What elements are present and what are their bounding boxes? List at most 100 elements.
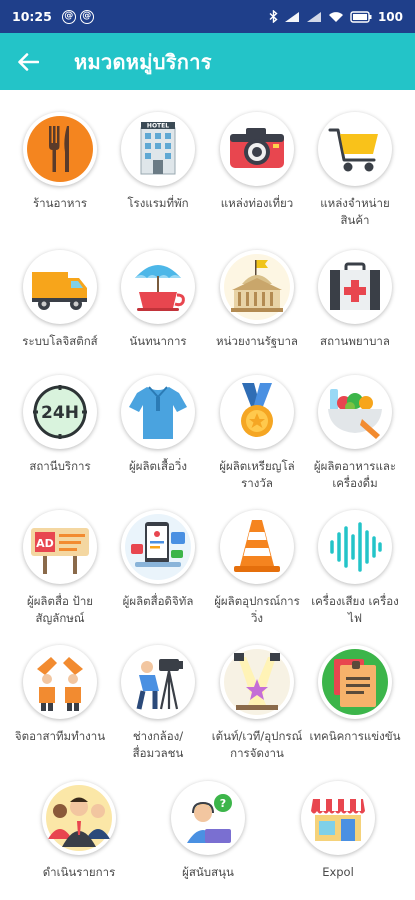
category-icon-circle (318, 112, 392, 186)
category-item-medal[interactable]: ผู้ผลิตเหรียญโล่รางวัล (207, 375, 307, 492)
status-right: 100 (269, 10, 403, 24)
truck-icon (27, 254, 93, 320)
digital-media-icon (125, 514, 191, 580)
team-people-icon (46, 785, 112, 851)
category-icon-circle: 24H (23, 375, 97, 449)
category-item-sponsor[interactable]: ? ผู้สนับสนุน (158, 781, 258, 881)
restaurant-icon (27, 116, 93, 182)
camera-icon (224, 116, 290, 182)
category-item-running-equipment[interactable]: ผู้ผลิตอุปกรณ์การวิ่ง (207, 510, 307, 627)
category-item-host[interactable]: ดำเนินรายการ (29, 781, 129, 881)
category-item-government[interactable]: หน่วยงานรัฐบาล (207, 250, 307, 350)
category-icon-circle (23, 112, 97, 186)
category-label: ดำเนินรายการ (42, 865, 116, 879)
category-label: ผู้ผลิตอาหารและเครื่องดื่ม (313, 459, 397, 490)
arrow-left-icon (18, 52, 39, 71)
category-label: ร้านอาหาร (32, 196, 88, 210)
category-label: ผู้ผลิตสื่อ ป้ายสัญลักษณ์ (26, 594, 94, 625)
category-item-sound-light[interactable]: เครื่องเสียง เครื่องไฟ (305, 510, 405, 627)
category-icon-circle (318, 645, 392, 719)
government-building-icon (224, 254, 290, 320)
category-label: จิตอาสาทีมทำงาน (14, 729, 106, 743)
signal-icon (306, 11, 321, 22)
category-label: ผู้ผลิตเหรียญโล่รางวัล (219, 459, 295, 490)
wifi-icon (328, 11, 343, 22)
category-icon-circle (318, 510, 392, 584)
signal-icon (284, 11, 299, 22)
category-label: สถานีบริการ (29, 459, 91, 473)
hotel-icon: HOTEL (125, 116, 191, 182)
category-icon-circle: ? (171, 781, 245, 855)
category-icon-circle (220, 112, 294, 186)
category-icon-circle (121, 375, 195, 449)
page-title: หมวดหมู่บริการ (74, 49, 212, 74)
category-item-restaurant[interactable]: ร้านอาหาร (10, 112, 110, 212)
category-label: ระบบโลจิสติกส์ (22, 334, 98, 348)
category-label: ช่างกล้อง/สื่อมวลชน (132, 729, 184, 760)
app-bar: หมวดหมู่บริการ (0, 33, 415, 90)
24h-service-icon: 24H (27, 379, 93, 445)
medal-icon (224, 379, 290, 445)
category-item-digital-media[interactable]: ผู้ผลิตสื่อดิจิทัล (108, 510, 208, 610)
category-label: Expol (322, 865, 354, 879)
category-icon-circle: AD (23, 510, 97, 584)
support-agent-icon: ? (175, 785, 241, 851)
category-icon-circle (121, 645, 195, 719)
stage-lights-icon (224, 649, 290, 715)
category-item-event-equipment[interactable]: เต้นท์/เวที/อุปกรณ์การจัดงาน (207, 645, 307, 762)
svg-text:24H: 24H (41, 403, 79, 423)
svg-text:AD: AD (36, 537, 54, 550)
category-item-logistics[interactable]: ระบบโลจิสติกส์ (10, 250, 110, 350)
category-icon-circle (121, 510, 195, 584)
category-icon-circle (220, 250, 294, 324)
status-bar: 10:25 @ @ 100 (0, 0, 415, 33)
category-item-shop[interactable]: แหล่งจำหน่ายสินค้า (305, 112, 405, 229)
back-button[interactable] (0, 33, 56, 90)
category-icon-circle (121, 250, 195, 324)
category-label: นันทนาการ (129, 334, 187, 348)
category-label: สถานพยาบาล (320, 334, 390, 348)
notification-icon: @ (79, 9, 94, 24)
category-label: เต้นท์/เวที/อุปกรณ์การจัดงาน (211, 729, 303, 760)
category-item-service-station[interactable]: 24H สถานีบริการ (10, 375, 110, 475)
category-label: ผู้ผลิตสื่อดิจิทัล (122, 594, 194, 608)
battery-icon (350, 10, 372, 23)
category-label: แหล่งจำหน่ายสินค้า (320, 196, 390, 227)
category-item-volunteer[interactable]: จิตอาสาทีมทำงาน (10, 645, 110, 745)
category-label: เครื่องเสียง เครื่องไฟ (311, 594, 399, 625)
storefront-icon (305, 785, 371, 851)
food-bowl-icon (322, 379, 388, 445)
bluetooth-icon (269, 10, 278, 23)
category-item-media-press[interactable]: ช่างกล้อง/สื่อมวลชน (108, 645, 208, 762)
traffic-cone-icon (224, 514, 290, 580)
svg-text:HOTEL: HOTEL (147, 123, 169, 130)
shirt-icon (125, 379, 191, 445)
cameraman-icon (125, 649, 191, 715)
category-icon-circle (301, 781, 375, 855)
category-item-recreation[interactable]: นันทนาการ (108, 250, 208, 350)
category-item-hotel[interactable]: HOTEL โรงแรมที่พัก (108, 112, 208, 212)
category-item-race-technique[interactable]: เทคนิคการแข่งขัน (305, 645, 405, 745)
category-label: แหล่งท่องเที่ยว (220, 196, 294, 210)
category-item-food-beverage[interactable]: ผู้ผลิตอาหารและเครื่องดื่ม (305, 375, 405, 492)
category-item-attraction[interactable]: แหล่งท่องเที่ยว (207, 112, 307, 212)
svg-text:?: ? (220, 797, 226, 810)
category-icon-circle (220, 645, 294, 719)
notes-icon (322, 649, 388, 715)
category-icon-circle: HOTEL (121, 112, 195, 186)
category-icon-circle (23, 250, 97, 324)
first-aid-kit-icon (322, 254, 388, 320)
category-icon-circle (220, 510, 294, 584)
shopping-cart-icon (322, 116, 388, 182)
category-item-hospital[interactable]: สถานพยาบาล (305, 250, 405, 350)
status-time: 10:25 (12, 9, 52, 24)
category-item-signage[interactable]: AD ผู้ผลิตสื่อ ป้ายสัญลักษณ์ (10, 510, 110, 627)
category-icon-circle (23, 645, 97, 719)
volunteer-team-icon (27, 649, 93, 715)
category-label: ผู้สนับสนุน (182, 865, 234, 879)
category-item-running-shirt[interactable]: ผู้ผลิตเสื้อวิ่ง (108, 375, 208, 475)
category-item-expo[interactable]: Expol (288, 781, 388, 881)
category-icon-circle (318, 250, 392, 324)
category-icon-circle (42, 781, 116, 855)
battery-text: 100 (377, 9, 403, 24)
